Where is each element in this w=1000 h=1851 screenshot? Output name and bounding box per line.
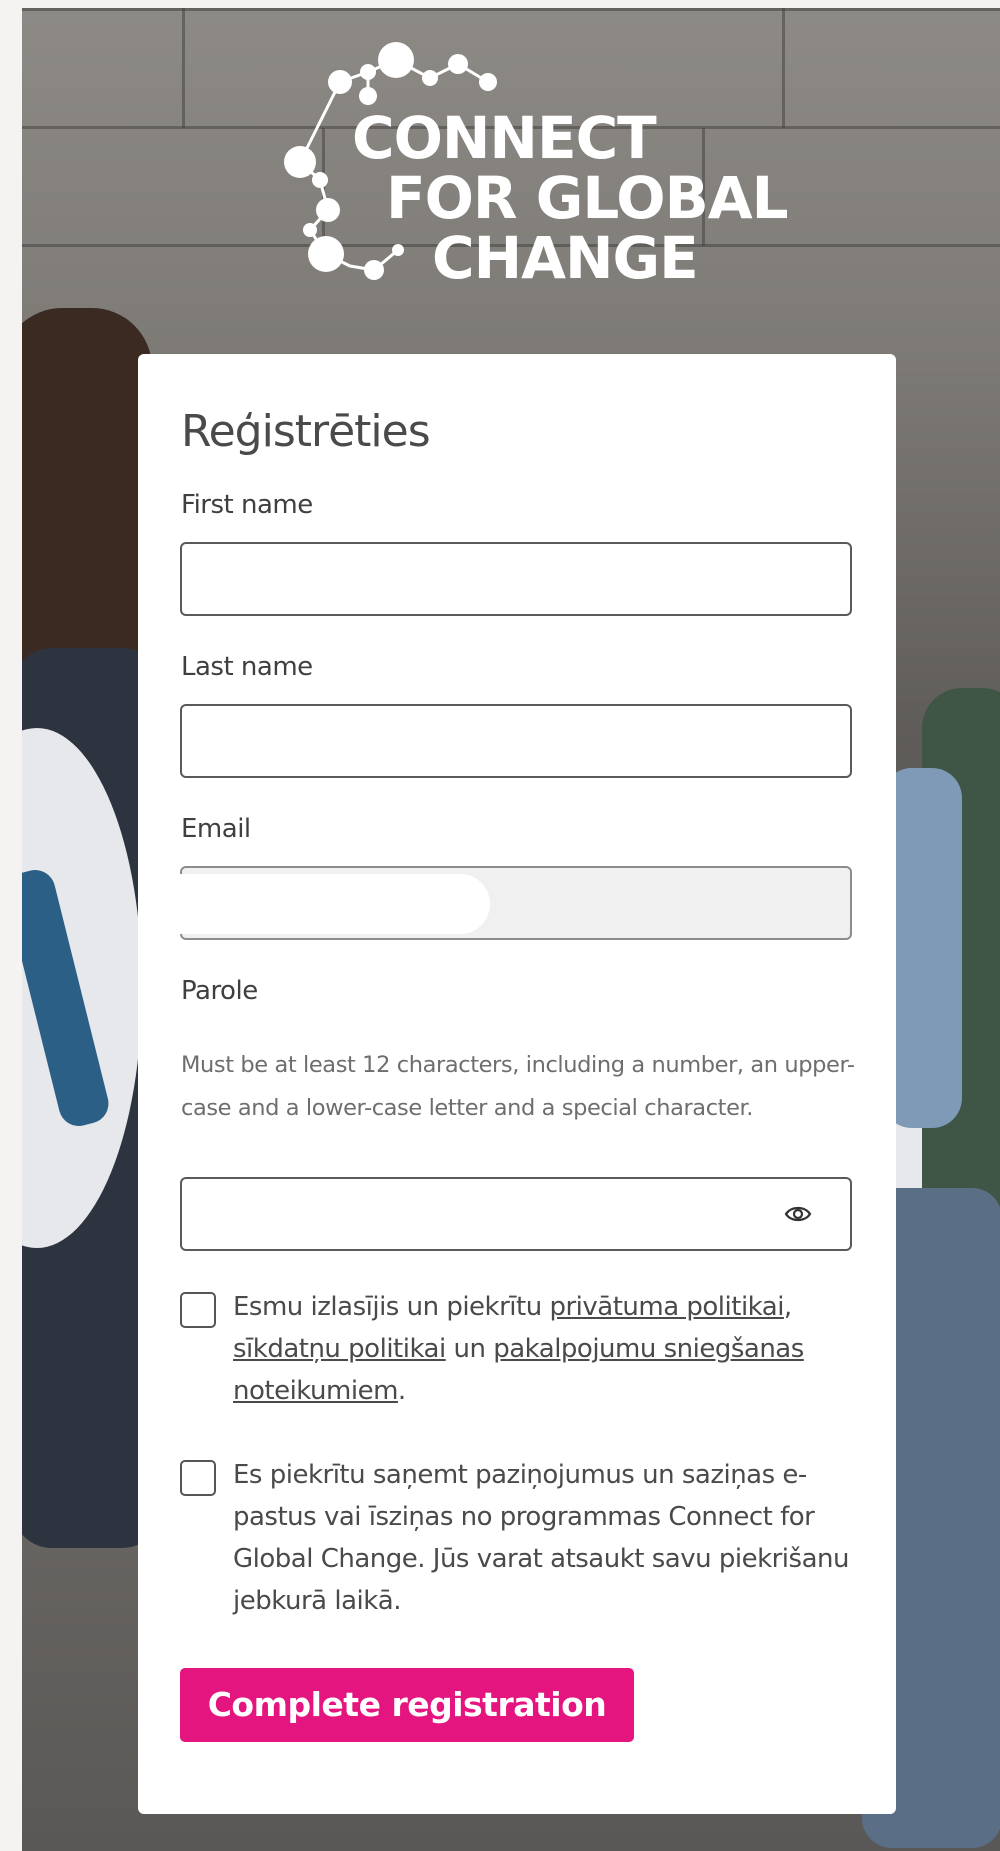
registration-card: Reģistrēties First name Last name Email … [138, 354, 896, 1814]
policy-consent-text-2: , [783, 1292, 792, 1322]
email-label: Email [181, 814, 251, 844]
brand-logo-text: CONNECT FOR GLOBAL CHANGE [352, 104, 789, 292]
marketing-consent-checkbox[interactable] [180, 1460, 216, 1496]
policy-consent-text-1: Esmu izlasījis un piekrītu [233, 1292, 550, 1322]
privacy-policy-link[interactable]: privātuma politikai [549, 1292, 784, 1322]
policy-consent-text: Esmu izlasījis un piekrītu privātuma pol… [233, 1286, 863, 1412]
password-field[interactable] [180, 1177, 852, 1251]
cookie-policy-link[interactable]: sīkdatņu politikai [233, 1334, 446, 1364]
complete-registration-button[interactable]: Complete registration [180, 1668, 634, 1742]
marketing-consent-text: Es piekrītu saņemt paziņojumus un saziņa… [233, 1460, 849, 1616]
eye-icon[interactable] [784, 1203, 812, 1225]
logo-line-1: CONNECT [352, 104, 657, 172]
logo-line-3: CHANGE [432, 224, 699, 292]
policy-consent-text-4: . [397, 1376, 406, 1406]
logo-line-2: FOR GLOBAL [386, 164, 789, 232]
email-autofill-overlay [180, 874, 490, 934]
email-field[interactable] [180, 866, 852, 940]
page-title: Reģistrēties [181, 406, 431, 457]
policy-consent-checkbox[interactable] [180, 1292, 216, 1328]
last-name-field[interactable] [180, 704, 852, 778]
password-hint: Must be at least 12 characters, includin… [181, 1052, 855, 1121]
policy-consent-text-3: un [445, 1334, 494, 1364]
password-label: Parole [181, 976, 258, 1006]
first-name-label: First name [181, 490, 313, 520]
first-name-field[interactable] [180, 542, 852, 616]
last-name-label: Last name [181, 652, 313, 682]
